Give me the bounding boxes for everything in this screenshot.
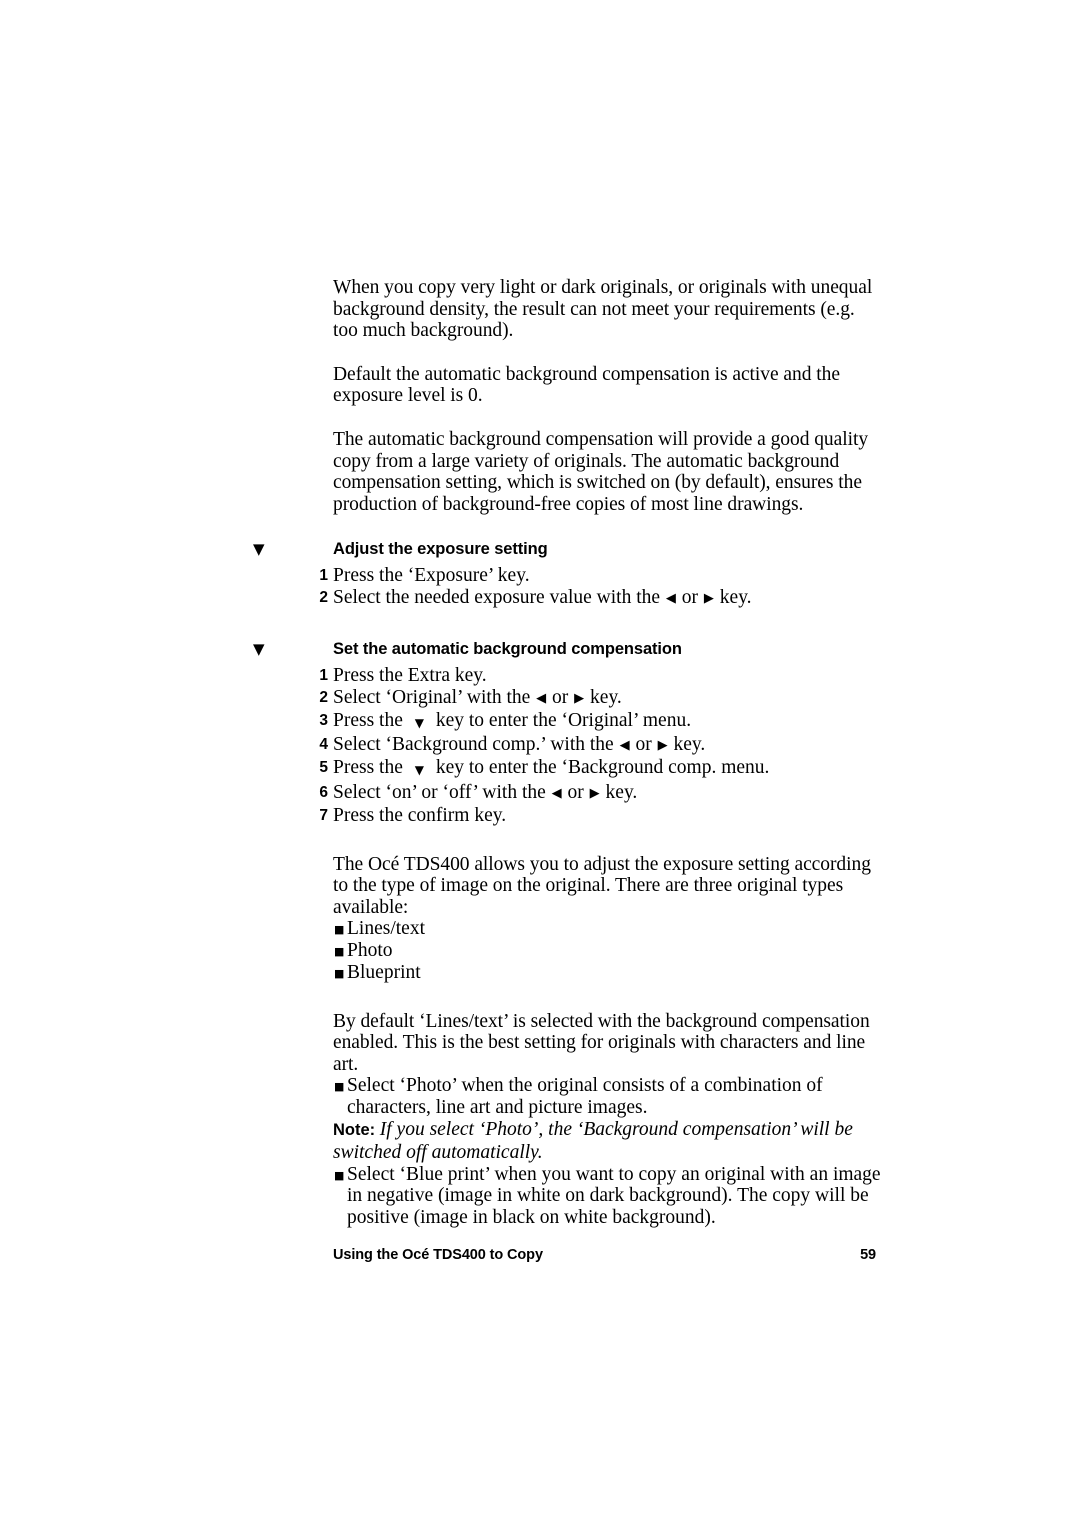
footer-page-number: 59 [860,1247,876,1263]
step-number: 2 [319,688,328,706]
step-text-post: key. [600,781,638,803]
footer-chapter-title: Using the Océ TDS400 to Copy [333,1247,543,1263]
page-content: When you copy very light or dark origina… [253,277,881,1229]
step-text: Press the confirm key. [333,804,507,826]
step-number: 1 [319,666,328,684]
list-item: 3 Press the ▼ key to enter the ‘Original’… [319,709,881,735]
step-text: Select the needed exposure value with th… [333,587,665,609]
list-photo-option: ■ Select ‘Photo’ when the original consis… [333,1075,881,1119]
step-number: 1 [319,567,328,585]
step-text-post: key. [668,734,706,756]
step-number: 6 [319,783,328,801]
paragraph-original-types-intro: The Océ TDS400 allows you to adjust the … [333,853,871,918]
arrow-down-icon: ▼ [414,715,424,730]
step-number: 7 [319,806,328,824]
square-bullet-icon: ■ [334,1080,345,1094]
list-item: ■ Photo [333,940,881,962]
list-item: ■ Select ‘Blue print’ when you want to co… [333,1164,881,1229]
step-text-post: key to enter the ‘Background comp. menu. [430,757,770,779]
list-item-label: Select ‘Photo’ when the original consist… [347,1075,823,1119]
section-heading-label: Set the automatic background compensatio… [333,639,682,658]
arrow-right-icon: ▶ [589,785,600,801]
step-number: 3 [319,711,328,729]
list-item: 5 Press the ▼ key to enter the ‘Backgroun… [319,757,881,782]
paragraph-intro-2: Default the automatic background compens… [333,363,840,407]
list-item: 4 Select ‘Background comp.’ with the ◀ or… [319,734,881,757]
arrow-right-icon: ▶ [574,690,585,706]
note-body: If you select ‘Photo’, the ‘Background c… [333,1119,853,1163]
triangle-down-icon: ▼ [253,639,265,658]
step-text-mid: or [676,587,703,609]
arrow-right-icon: ▶ [657,738,668,754]
step-text-mid: or [630,734,657,756]
step-number: 5 [319,759,328,777]
step-text: Press the [333,757,408,779]
list-item: 2 Select ‘Original’ with the ◀ or ▶ key. [319,686,881,710]
step-number: 2 [319,589,328,607]
square-bullet-icon: ■ [334,966,345,980]
list-item: 1 Press the Extra key. [319,664,881,687]
list-blueprint-option: ■ Select ‘Blue print’ when you want to co… [333,1164,881,1229]
note-block: Note: If you select ‘Photo’, the ‘Backgr… [333,1119,881,1164]
steps-background-compensation: 1 Press the Extra key. 2 Select ‘Original’… [319,664,881,827]
paragraph-intro-1: When you copy very light or dark origina… [333,277,873,342]
arrow-right-icon: ▶ [703,591,714,607]
square-bullet-icon: ■ [334,945,345,959]
arrow-left-icon: ◀ [665,591,676,607]
list-item: ■ Lines/text [333,918,881,940]
arrow-down-icon: ▼ [414,763,424,778]
list-item-label: Select ‘Blue print’ when you want to cop… [347,1163,881,1229]
section-heading-background-compensation: ▼ Set the automatic background compensat… [253,637,881,661]
paragraph-intro-3: The automatic background compensation wi… [333,428,869,515]
document-page: When you copy very light or dark origina… [0,0,1080,1528]
list-item: 2 Select the needed exposure value with t… [319,587,881,610]
section-heading-label: Adjust the exposure setting [333,540,548,559]
list-item-label: Lines/text [347,918,425,940]
list-item-label: Photo [347,940,393,962]
step-text-post: key to enter the ‘Original’ menu. [430,709,692,731]
list-item-label: Blueprint [347,961,421,983]
step-text-mid: or [547,686,574,708]
steps-adjust-exposure: 1 Press the ‘Exposure’ key. 2 Select the n… [319,565,881,610]
arrow-left-icon: ◀ [619,738,630,754]
paragraph-default-setting: By default ‘Lines/text’ is selected with… [333,1010,870,1075]
list-item: 6 Select ‘on’ or ‘off’ with the ◀ or ▶ ke… [319,781,881,805]
list-item: 7 Press the confirm key. [319,804,881,827]
list-item: ■ Blueprint [333,962,881,984]
step-text: Press the ‘Exposure’ key. [333,565,530,587]
step-text-post: key. [714,587,752,609]
page-footer: Using the Océ TDS400 to Copy 59 [333,1247,876,1263]
list-original-types: ■ Lines/text ■ Photo ■ Blueprint [333,918,881,983]
step-text: Select ‘on’ or ‘off’ with the [333,781,551,803]
step-text: Select ‘Background comp.’ with the [333,734,619,756]
section-heading-adjust-exposure: ▼ Adjust the exposure setting [253,537,881,561]
note-label: Note: [333,1121,380,1140]
list-item: 1 Press the ‘Exposure’ key. [319,565,881,587]
arrow-left-icon: ◀ [551,785,562,801]
step-text-post: key. [585,686,622,708]
arrow-left-icon: ◀ [536,690,547,706]
list-item: ■ Select ‘Photo’ when the original consis… [333,1075,881,1119]
square-bullet-icon: ■ [334,1168,345,1182]
step-text: Press the Extra key. [333,664,487,686]
step-number: 4 [319,736,328,754]
step-text-mid: or [562,781,589,803]
square-bullet-icon: ■ [334,923,345,937]
step-text: Select ‘Original’ with the [333,686,536,708]
step-text: Press the [333,709,408,731]
triangle-down-icon: ▼ [253,540,265,559]
